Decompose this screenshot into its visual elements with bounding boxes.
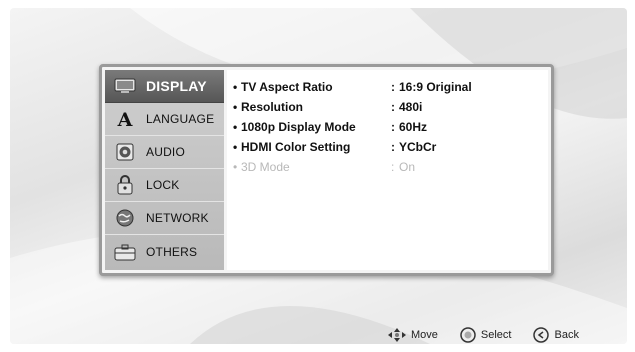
setting-name: HDMI Color Setting <box>241 140 351 154</box>
hint-move-label: Move <box>411 329 438 341</box>
setting-colon: : <box>391 140 395 154</box>
toolbox-icon <box>114 242 136 262</box>
menu-label: OTHERS <box>146 244 198 259</box>
setting-name: 3D Mode <box>241 160 290 174</box>
menu-item-network[interactable]: NETWORK <box>105 202 224 235</box>
setting-name: Resolution <box>241 100 303 114</box>
hint-back: Back <box>533 327 579 343</box>
button-hints: Move Select Back <box>388 326 601 344</box>
tv-screen: DISPLAY A LANGUAGE AUDIO LOCK NETWORK OT… <box>10 8 627 344</box>
bullet: • <box>233 120 238 134</box>
menu-label: LOCK <box>146 178 180 192</box>
hint-move: Move <box>388 328 438 342</box>
enter-button-icon <box>460 327 476 343</box>
menu-item-others[interactable]: OTHERS <box>105 235 224 268</box>
setting-row-1080p-display-mode[interactable]: • 1080p Display Mode : 60Hz <box>233 118 519 136</box>
speaker-icon <box>114 142 136 162</box>
letter-a-icon: A <box>114 109 136 129</box>
menu-label: AUDIO <box>146 145 186 159</box>
bullet: • <box>233 160 238 174</box>
setting-colon: : <box>391 100 395 114</box>
setting-value: 480i <box>399 100 423 114</box>
globe-icon <box>114 208 136 228</box>
bullet: • <box>233 140 238 154</box>
back-button-icon <box>533 327 550 343</box>
settings-list: • TV Aspect Ratio : 16:9 Original • Reso… <box>227 70 548 270</box>
menu-item-lock[interactable]: LOCK <box>105 169 224 202</box>
svg-text:A: A <box>117 109 133 129</box>
setting-value: YCbCr <box>399 140 437 154</box>
setup-menu: DISPLAY A LANGUAGE AUDIO LOCK NETWORK OT… <box>105 70 224 270</box>
menu-item-audio[interactable]: AUDIO <box>105 136 224 169</box>
hint-select: Select <box>460 327 512 343</box>
setting-row-3d-mode: • 3D Mode : On <box>233 158 519 176</box>
setting-row-tv-aspect-ratio[interactable]: • TV Aspect Ratio : 16:9 Original <box>233 78 519 96</box>
menu-item-display[interactable]: DISPLAY <box>105 70 224 103</box>
setting-value: On <box>399 160 416 174</box>
setting-row-hdmi-color-setting[interactable]: • HDMI Color Setting : YCbCr <box>233 138 519 156</box>
setting-colon: : <box>391 120 395 134</box>
setting-row-resolution[interactable]: • Resolution : 480i <box>233 98 519 116</box>
menu-label: LANGUAGE <box>146 112 215 126</box>
menu-label: NETWORK <box>146 211 209 225</box>
directional-arrows-icon <box>388 328 406 342</box>
bullet: • <box>233 100 238 114</box>
setting-value: 16:9 Original <box>399 80 472 94</box>
tv-icon <box>114 76 136 96</box>
hint-select-label: Select <box>480 329 512 341</box>
setting-value: 60Hz <box>399 120 428 134</box>
setup-panel: DISPLAY A LANGUAGE AUDIO LOCK NETWORK OT… <box>99 64 554 276</box>
setting-colon: : <box>391 80 395 94</box>
padlock-icon <box>114 175 136 195</box>
setting-colon: : <box>391 160 395 174</box>
hint-back-label: Back <box>554 329 579 341</box>
menu-item-language[interactable]: A LANGUAGE <box>105 103 224 136</box>
setting-name: 1080p Display Mode <box>241 120 356 134</box>
bullet: • <box>233 80 238 94</box>
menu-label: DISPLAY <box>146 78 207 94</box>
setting-name: TV Aspect Ratio <box>241 80 333 94</box>
